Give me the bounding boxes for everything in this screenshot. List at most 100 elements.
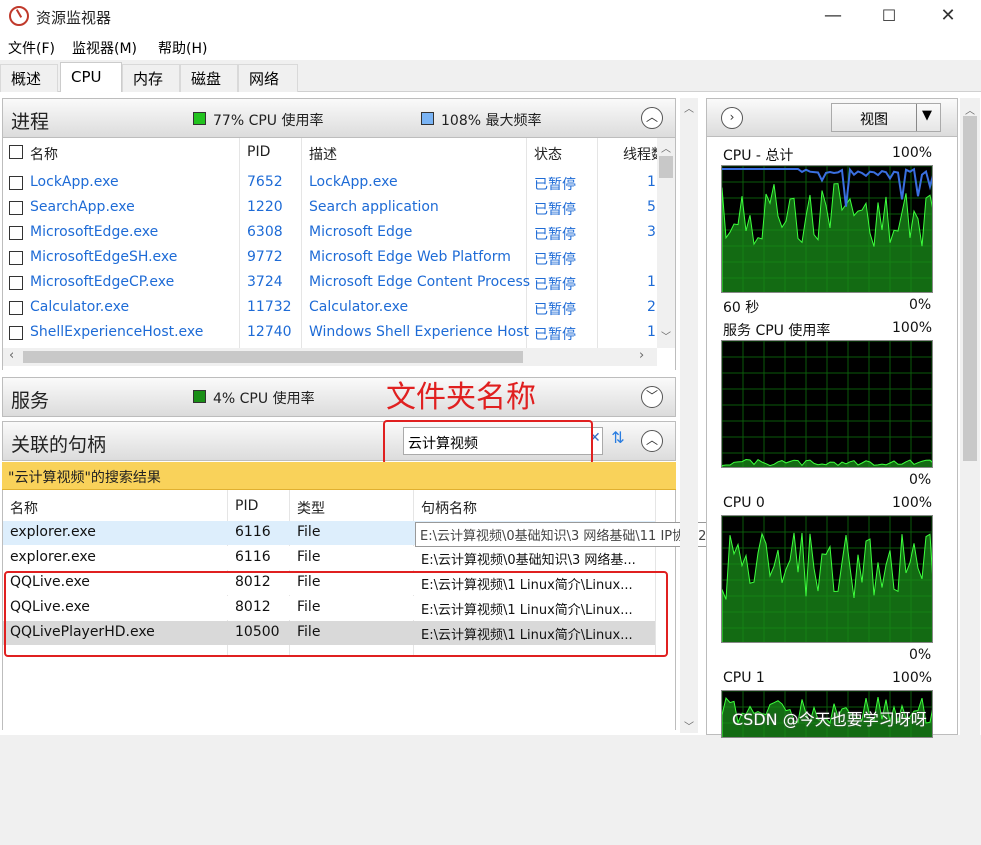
menu-bar: 文件(F) 监视器(M) 帮助(H)	[0, 34, 981, 60]
process-pid: 3724	[247, 274, 283, 290]
graph-title: 服务 CPU 使用率	[723, 323, 831, 339]
tab-network[interactable]: 网络	[238, 64, 298, 92]
tab-cpu[interactable]: CPU	[60, 62, 122, 93]
refresh-search-icon[interactable]: ⇅	[607, 428, 629, 452]
processes-title: 进程	[11, 111, 50, 133]
process-name: ShellExperienceHost.exe	[30, 324, 204, 340]
tab-memory[interactable]: 内存	[122, 64, 180, 92]
expand-services-button[interactable]: ﹀	[641, 386, 663, 408]
cpu-graph-block: 服务 CPU 使用率 100% 0%	[707, 320, 957, 495]
annotation-highlight-box	[383, 420, 593, 465]
menu-help[interactable]: 帮助(H)	[158, 38, 207, 58]
col-threads[interactable]: 线程数	[623, 144, 659, 164]
process-checkbox[interactable]	[9, 226, 23, 240]
graphs-panel: › 视图 ▼ CPU - 总计 100% 60 秒 0% 服务 CPU 使用率 1…	[706, 98, 958, 738]
process-status: 已暂停	[534, 252, 576, 268]
col-name[interactable]: 名称	[30, 144, 58, 164]
process-threads: 1	[647, 324, 656, 340]
process-checkbox[interactable]	[9, 276, 23, 290]
process-row[interactable]: MicrosoftEdgeSH.exe 9772 Microsoft Edge …	[3, 246, 657, 270]
process-checkbox[interactable]	[9, 176, 23, 190]
scroll-thumb[interactable]	[659, 156, 673, 178]
process-name: Calculator.exe	[30, 299, 130, 315]
process-pid: 7652	[247, 174, 283, 190]
left-pane-scrollbar[interactable]: ︿ ﹀	[680, 98, 698, 733]
handle-name: E:\云计算视频\0基础知识\3 网络基...	[421, 553, 636, 568]
collapse-graphs-button[interactable]: ›	[721, 107, 743, 129]
scroll-right-arrow-icon[interactable]: ›	[639, 348, 644, 363]
process-checkbox[interactable]	[9, 251, 23, 265]
col-description[interactable]: 描述	[309, 144, 337, 164]
chevron-down-icon[interactable]: ▼	[922, 108, 932, 123]
menu-file[interactable]: 文件(F)	[8, 38, 55, 58]
process-checkbox[interactable]	[9, 301, 23, 315]
process-threads: 2	[647, 299, 656, 315]
collapse-processes-button[interactable]: ︿	[641, 107, 663, 129]
max-frequency-legend-icon	[421, 112, 434, 125]
scroll-left-arrow-icon[interactable]: ‹	[9, 348, 14, 363]
col-status[interactable]: 状态	[534, 144, 562, 164]
services-header[interactable]: 服务 4% CPU 使用率 ﹀	[2, 377, 676, 417]
process-row[interactable]: ShellExperienceHost.exe 12740 Windows Sh…	[3, 321, 657, 345]
process-status: 已暂停	[534, 202, 576, 218]
process-description: Search application	[309, 199, 439, 215]
handles-col-name[interactable]: 名称	[10, 498, 38, 518]
collapse-handles-button[interactable]: ︿	[641, 430, 663, 452]
handle-name-tooltip: E:\云计算视频\0基础知识\3 网络基础\11 IP协议2	[415, 522, 712, 547]
graph-max-label: 100%	[892, 145, 933, 161]
tab-disk[interactable]: 磁盘	[180, 64, 238, 92]
maximize-button[interactable]: ☐	[866, 0, 912, 32]
handle-type: File	[297, 524, 321, 540]
dropdown-divider	[916, 104, 917, 131]
scroll-thumb[interactable]	[23, 351, 523, 363]
scroll-thumb[interactable]	[963, 116, 977, 461]
process-pid: 9772	[247, 249, 283, 265]
menu-monitor[interactable]: 监视器(M)	[72, 38, 137, 58]
process-status: 已暂停	[534, 302, 576, 318]
scroll-down-arrow-icon[interactable]: ﹀	[684, 718, 694, 733]
scroll-up-arrow-icon[interactable]: ︿	[965, 102, 975, 117]
processes-max-frequency: 108% 最大频率	[441, 113, 542, 129]
process-row[interactable]: LockApp.exe 7652 LockApp.exe 已暂停 1	[3, 171, 657, 195]
scroll-down-arrow-icon[interactable]: ﹀	[661, 328, 671, 343]
view-dropdown[interactable]: 视图 ▼	[831, 103, 941, 132]
process-checkbox[interactable]	[9, 326, 23, 340]
title-bar: 资源监视器 — ☐ ✕	[0, 0, 981, 34]
handles-col-type[interactable]: 类型	[297, 498, 325, 518]
graph-time-label: 60 秒	[723, 300, 760, 316]
process-row[interactable]: MicrosoftEdge.exe 6308 Microsoft Edge 已暂…	[3, 221, 657, 245]
process-name: MicrosoftEdge.exe	[30, 224, 159, 240]
search-results-label: "云计算视频"的搜索结果	[8, 470, 161, 486]
processes-horizontal-scrollbar[interactable]: ‹ ›	[3, 348, 657, 366]
graph-max-label: 100%	[892, 320, 933, 336]
handle-row[interactable]: explorer.exe 6116 File E:\云计算视频\0基础知识\3 …	[3, 546, 655, 570]
handles-col-handle-name[interactable]: 句柄名称	[421, 498, 477, 518]
process-status: 已暂停	[534, 277, 576, 293]
process-row[interactable]: Calculator.exe 11732 Calculator.exe 已暂停 …	[3, 296, 657, 320]
process-row[interactable]: MicrosoftEdgeCP.exe 3724 Microsoft Edge …	[3, 271, 657, 295]
processes-vertical-scrollbar[interactable]: ︿ ﹀	[657, 138, 675, 348]
graph-title: CPU 1	[723, 670, 765, 686]
graph-min-label: 0%	[909, 472, 932, 488]
handles-title: 关联的句柄	[11, 434, 107, 456]
process-checkbox[interactable]	[9, 201, 23, 215]
services-title: 服务	[11, 390, 50, 412]
processes-cpu-usage: 77% CPU 使用率	[213, 113, 324, 129]
scroll-up-arrow-icon[interactable]: ︿	[684, 100, 694, 115]
process-row[interactable]: SearchApp.exe 1220 Search application 已暂…	[3, 196, 657, 220]
process-description: LockApp.exe	[309, 174, 398, 190]
process-description: Calculator.exe	[309, 299, 409, 315]
graphs-scrollbar[interactable]: ︿	[960, 98, 980, 735]
handles-col-pid[interactable]: PID	[235, 498, 258, 514]
handle-pid: 6116	[235, 524, 271, 540]
scroll-up-arrow-icon[interactable]: ︿	[661, 140, 671, 155]
processes-header[interactable]: 进程 77% CPU 使用率 108% 最大频率 ︿	[2, 98, 676, 138]
process-name: MicrosoftEdgeCP.exe	[30, 274, 175, 290]
col-pid[interactable]: PID	[247, 144, 270, 160]
tab-overview[interactable]: 概述	[0, 64, 58, 92]
handle-pid: 6116	[235, 549, 271, 565]
cpu-graph-block: CPU 0 100% 0%	[707, 495, 957, 670]
close-button[interactable]: ✕	[925, 0, 971, 32]
select-all-checkbox[interactable]	[9, 145, 23, 159]
minimize-button[interactable]: —	[810, 0, 856, 32]
